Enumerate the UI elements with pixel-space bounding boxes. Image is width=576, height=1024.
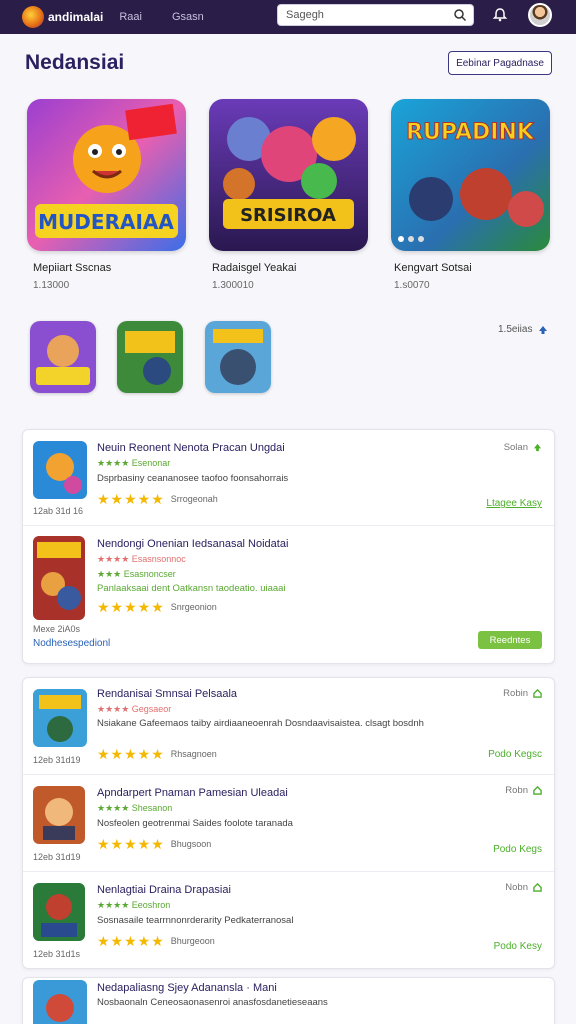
mini-rating: ★★★★ Gegsaeor (97, 704, 172, 714)
bell-icon[interactable] (492, 7, 508, 23)
release-date: 12eb 31d1s (33, 949, 81, 959)
game-description: Nosbaonaln Ceneosaonasenroi anasfosdanet… (97, 997, 328, 1008)
svg-text:RUPADINK: RUPADINK (406, 120, 535, 145)
game-title[interactable]: Nendongi Onenian Iedsanasal Noidatai (97, 538, 288, 550)
mini-rating: ★★★★ Eeoshron (97, 900, 171, 910)
game-icon (33, 883, 85, 941)
game-icon (33, 786, 85, 844)
list-item[interactable]: Neuin Reonent Nenota Pracan Ungdai ★★★★ … (23, 430, 554, 526)
release-date: 12ab 31d 16 (33, 506, 84, 516)
sort-link[interactable]: 1.5eiias (498, 324, 548, 335)
nav-link-2[interactable]: Gsasn (172, 11, 204, 23)
featured-art-3: RUPADINK (391, 99, 550, 251)
nav-link-1[interactable]: Raai (119, 11, 142, 23)
home-icon (533, 786, 542, 795)
home-icon (533, 883, 542, 892)
featured-card-3[interactable]: RUPADINK (391, 99, 550, 251)
featured-card-1[interactable]: MUDERAIAA (27, 99, 186, 251)
game-title[interactable]: Neuin Reonent Nenota Pracan Ungdai (97, 442, 285, 454)
featured-title-3[interactable]: Kengvart Sotsai (394, 262, 472, 274)
header-action-button[interactable]: Eebinar Pagadnase (448, 51, 552, 75)
thumb-game-2[interactable] (117, 321, 183, 393)
game-description: Sosnasaile tearrnnonrderarity Pedkaterra… (97, 915, 294, 926)
mini-rating: ★★★★ Shesanon (97, 803, 173, 813)
star-rating: ★★★★★ Bhugsoon (97, 836, 212, 852)
game-title[interactable]: Apndarpert Pnaman Pamesian Uleadai (97, 787, 288, 799)
featured-title-1[interactable]: Mepiiart Sscnas (33, 262, 111, 274)
avatar[interactable] (528, 3, 552, 27)
svg-text:SRISIROA: SRISIROA (240, 205, 336, 226)
list-item[interactable]: Nenlagtiai Draina Drapasiai ★★★★ Eeoshro… (23, 872, 554, 969)
game-list-1: Neuin Reonent Nenota Pracan Ungdai ★★★★ … (22, 429, 555, 664)
game-description: Nsiakane Gafeemaos taiby airdiaaneoenrah… (97, 718, 424, 729)
game-icon (33, 689, 87, 747)
mini-rating-2: ★★★ Esasnoncser (97, 569, 176, 579)
rating-count: Rhsagnoen (170, 749, 217, 759)
top-bar: andimalai Raai Gsasn Sagegh (0, 0, 576, 34)
rating-count: Bhugsoon (170, 839, 212, 849)
game-title[interactable]: Nenlagtiai Draina Drapasiai (97, 884, 231, 896)
list-item[interactable]: Nedapaliasng Sjey Adanansla · Mani Nosba… (23, 978, 554, 1024)
game-title[interactable]: Rendanisai Smnsai Pelsaala (97, 688, 237, 700)
game-icon (33, 536, 85, 620)
status-badge: Solan (504, 442, 542, 453)
status-badge: Robn (505, 785, 542, 796)
arrow-up-icon (539, 325, 548, 334)
game-description: Nosfeolen geotrenmai Saides foolote tara… (97, 818, 293, 829)
game-title[interactable]: Nedapaliasng Sjey Adanansla · Mani (97, 982, 277, 994)
row-action-link[interactable]: Podo Kesy (494, 941, 542, 952)
featured-card-2[interactable]: SRISIROA (209, 99, 368, 251)
star-rating: ★★★★★ Srrogeonah (97, 491, 218, 507)
featured-count-3: 1.s0070 (394, 280, 430, 291)
game-list-3: Nedapaliasng Sjey Adanansla · Mani Nosba… (22, 977, 555, 1024)
page-title: Nedansiai (25, 51, 125, 74)
status-badge: Robin (503, 688, 542, 699)
arrow-up-icon (533, 443, 542, 452)
search-placeholder: Sagegh (286, 9, 324, 21)
mini-rating: ★★★★ Esasnsonnoc (97, 554, 186, 564)
rating-count: Snrgeonion (170, 602, 217, 612)
rating-count: Srrogeonah (170, 494, 218, 504)
sort-label: 1.5eiias (498, 324, 533, 335)
game-icon (33, 980, 87, 1024)
row-action-link[interactable]: Podo Kegsc (488, 749, 542, 760)
featured-title-2[interactable]: Radaisgel Yeakai (212, 262, 296, 274)
release-date: 12eb 31d19 (33, 852, 81, 862)
app-logo[interactable] (22, 6, 44, 28)
game-list-2: Rendanisai Smnsai Pelsaala ★★★★ Gegsaeor… (22, 677, 555, 969)
featured-art-2: SRISIROA (209, 99, 368, 251)
list-item[interactable]: Rendanisai Smnsai Pelsaala ★★★★ Gegsaeor… (23, 678, 554, 775)
row-action-link[interactable]: Ltagee Kasy (486, 498, 542, 509)
svg-text:MUDERAIAA: MUDERAIAA (38, 210, 174, 234)
featured-count-2: 1.300010 (212, 280, 254, 291)
row-action-button[interactable]: Reedntes (478, 631, 542, 649)
game-icon (33, 441, 87, 499)
status-badge: Nobn (505, 882, 542, 893)
home-icon (533, 689, 542, 698)
thumb-game-1[interactable] (30, 321, 96, 393)
star-rating: ★★★★★ Snrgeonion (97, 599, 217, 615)
brand-name[interactable]: andimalai (48, 10, 103, 24)
mini-rating: ★★★★ Esenonar (97, 458, 171, 468)
list-item[interactable]: Nendongi Onenian Iedsanasal Noidatai ★★★… (23, 526, 554, 664)
game-description: Panlaaksaai dent Oatkansn taodeatio. uia… (97, 583, 286, 594)
star-rating: ★★★★★ Bhurgeoon (97, 933, 215, 949)
developer-link[interactable]: Nodhesespedionl (33, 638, 110, 649)
game-description: Dsprbasiny ceananosee taofoo foonsahorra… (97, 473, 289, 484)
search-input[interactable]: Sagegh (277, 4, 474, 26)
rating-count: Bhurgeoon (170, 936, 215, 946)
featured-art-1: MUDERAIAA (27, 99, 186, 251)
thumb-game-3[interactable] (205, 321, 271, 393)
release-date: 12eb 31d19 (33, 755, 81, 765)
featured-count-1: 1.13000 (33, 280, 70, 291)
row-action-link[interactable]: Podo Kegs (493, 844, 542, 855)
search-icon[interactable] (453, 8, 467, 22)
list-item[interactable]: Apndarpert Pnaman Pamesian Uleadai ★★★★ … (23, 775, 554, 872)
star-rating: ★★★★★ Rhsagnoen (97, 746, 217, 762)
release-date: Mexe 2iA0s (33, 624, 81, 634)
